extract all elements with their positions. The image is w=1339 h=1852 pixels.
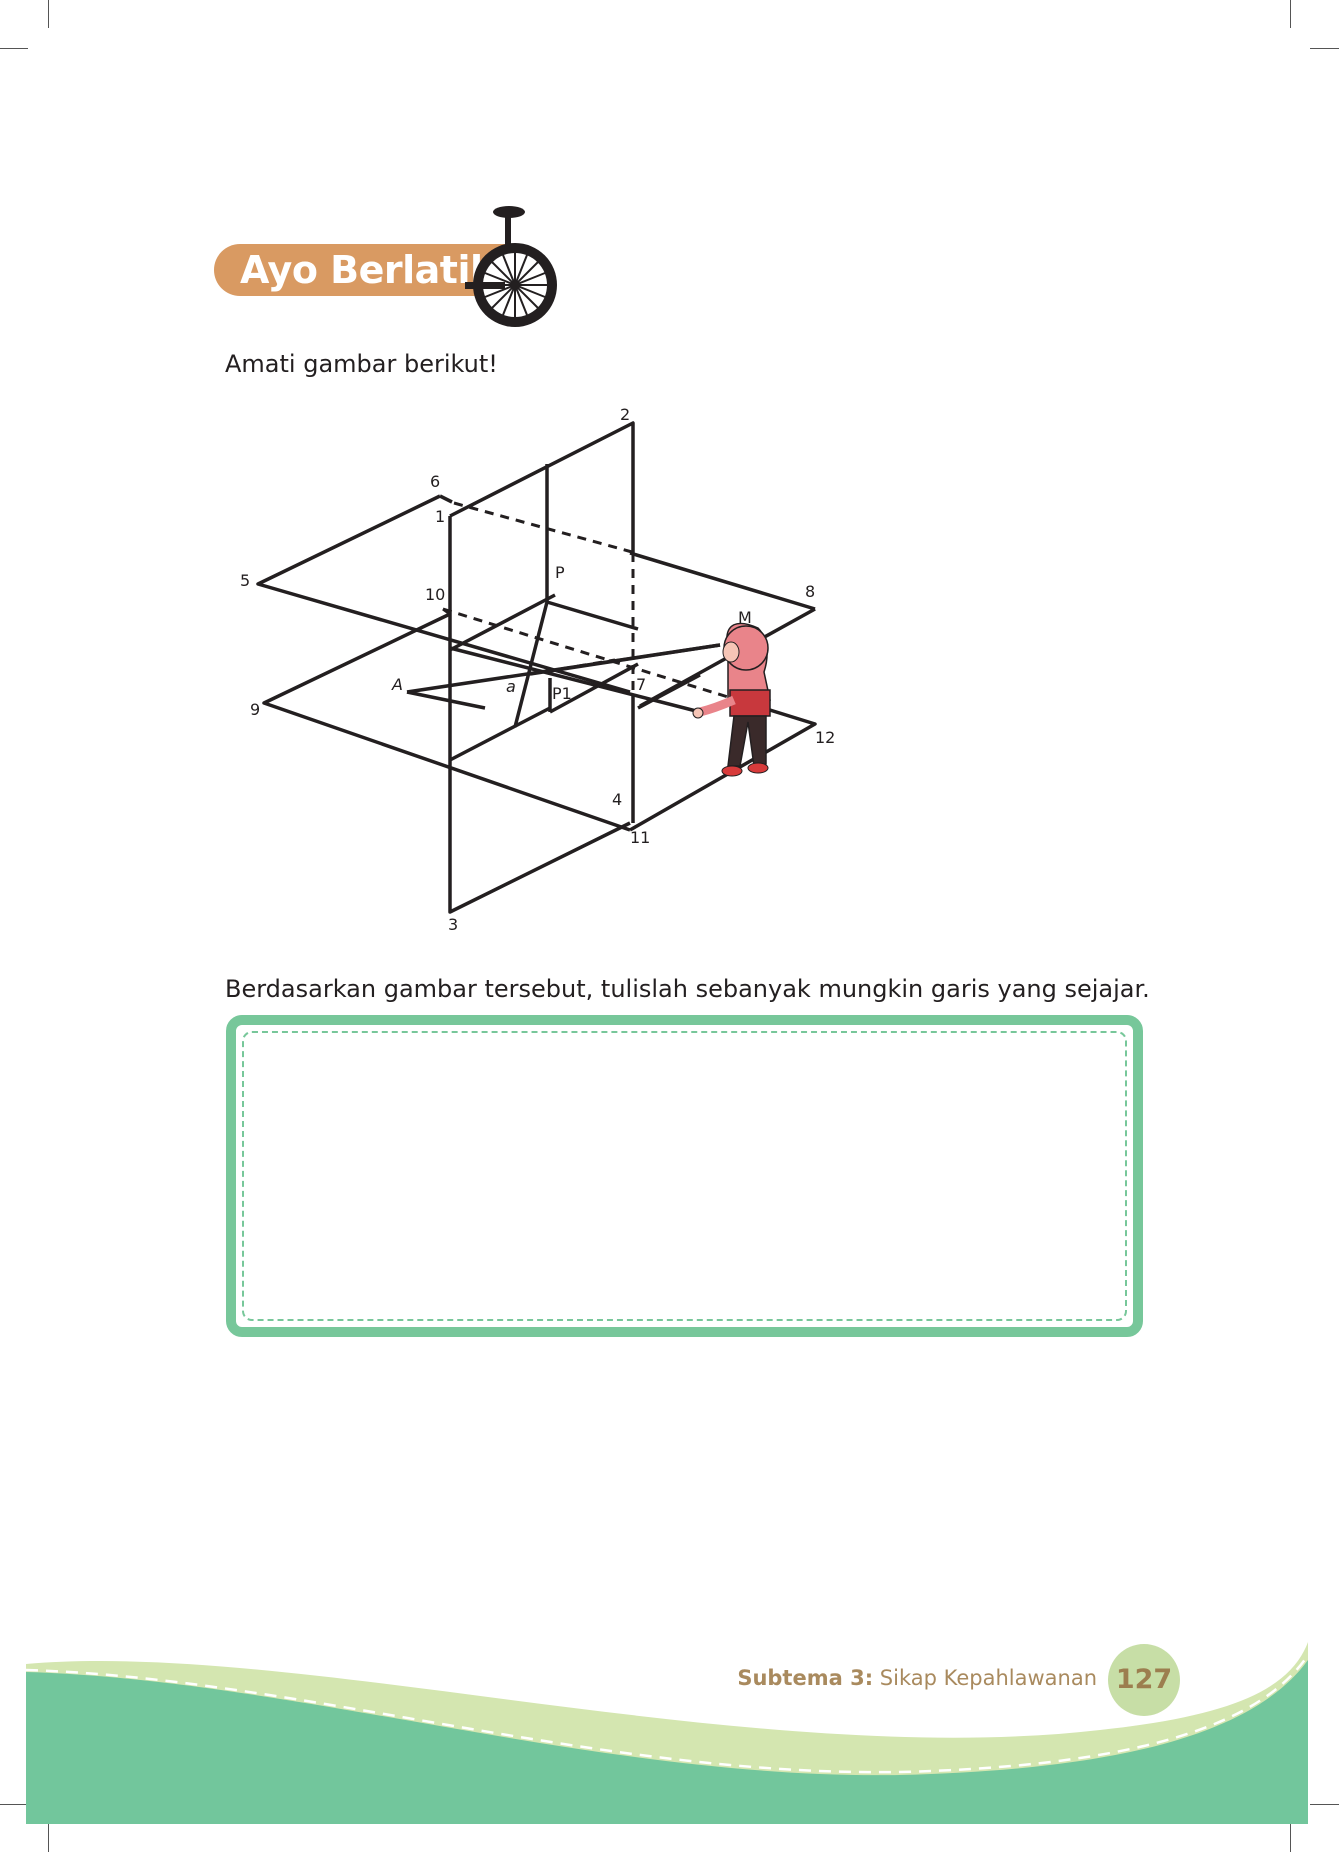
label-8: 8 (805, 582, 815, 601)
section-title: Ayo Berlatih (240, 248, 497, 292)
unicycle-icon (465, 206, 557, 327)
label-10: 10 (425, 585, 445, 604)
label-4: 4 (612, 790, 622, 809)
label-p1: P1 (552, 684, 572, 703)
sight-line (406, 690, 486, 710)
crop-mark (48, 0, 49, 28)
lower-plane-edge (262, 612, 631, 832)
geometry-figure: 2 6 1 5 10 8 9 12 4 11 3 7 P P1 A a M (240, 405, 835, 934)
footer-subtema: Subtema 3: Sikap Kepahlawanan (737, 1666, 1097, 1690)
upper-plane-edge (439, 494, 453, 504)
label-5: 5 (240, 571, 250, 590)
label-a-upper: A (391, 675, 403, 694)
page-number: 127 (1108, 1644, 1180, 1716)
hidden-edge (453, 501, 633, 554)
subtema-label: Subtema 3: (737, 1666, 874, 1690)
line-p (546, 600, 639, 631)
label-9: 9 (250, 700, 260, 719)
crop-mark (1310, 48, 1339, 49)
inner-line (449, 706, 551, 762)
crop-mark (1290, 0, 1291, 28)
label-3: 3 (448, 915, 458, 934)
question-text: Berdasarkan gambar tersebut, tulislah se… (225, 975, 1150, 1003)
label-p: P (555, 563, 565, 582)
label-a-lower: a (506, 677, 516, 696)
label-1: 1 (435, 507, 445, 526)
subtema-title: Sikap Kepahlawanan (879, 1666, 1097, 1690)
crop-mark (0, 48, 28, 49)
label-12: 12 (815, 728, 835, 747)
label-11: 11 (630, 828, 650, 847)
instruction-text: Amati gambar berikut! (225, 350, 498, 378)
answer-box[interactable] (226, 1015, 1143, 1337)
label-6: 6 (430, 472, 440, 491)
lower-plane-edge (629, 695, 817, 832)
label-7: 7 (636, 675, 646, 694)
upper-plane-edge (629, 551, 816, 611)
vertical-plane-edge (449, 421, 635, 553)
label-2: 2 (620, 405, 630, 424)
inner-line (449, 593, 556, 652)
answer-box-dashed-border (242, 1031, 1127, 1321)
